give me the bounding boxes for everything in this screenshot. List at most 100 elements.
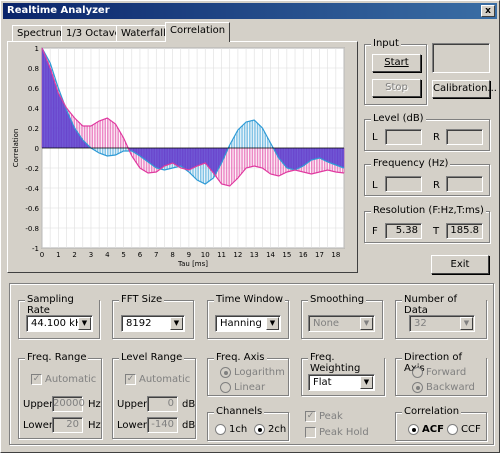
freq-range-automatic-label: Automatic <box>45 374 97 385</box>
smoothing-title: Smoothing <box>308 294 367 305</box>
channels-title: Channels <box>214 406 265 417</box>
chevron-down-icon: ▼ <box>78 317 91 330</box>
time-window-value: Hanning <box>220 318 262 329</box>
number-of-data-title: Number of Data <box>402 294 486 316</box>
chevron-down-icon: ▼ <box>460 317 473 330</box>
tab-waterfall[interactable]: Waterfall <box>116 25 171 42</box>
x-tick-label: 9 <box>187 251 191 259</box>
freq-range-lower-unit: Hz <box>88 420 101 431</box>
fft-size-value: 8192 <box>126 318 152 329</box>
peak-label: Peak <box>319 411 343 422</box>
smoothing-value: None <box>313 318 340 329</box>
freq-range-upper-label: Upper <box>23 399 54 410</box>
stop-button-label: Stop <box>385 82 408 93</box>
channels-2ch-label: 2ch <box>268 424 287 435</box>
y-tick-label: 0.6 <box>28 85 40 93</box>
tab-correlation[interactable]: Correlation <box>165 22 231 42</box>
sampling-rate-select[interactable]: 44.100 kHz ▼ <box>26 315 93 332</box>
chevron-down-icon: ▼ <box>266 317 279 330</box>
level-r-value <box>446 129 483 145</box>
number-of-data-select[interactable]: 32 ▼ <box>409 315 475 332</box>
x-tick-label: 7 <box>154 251 158 259</box>
freq-axis-logarithm-radio[interactable] <box>220 367 231 378</box>
window-title: Realtime Analyzer <box>7 5 110 16</box>
frequency-l-value <box>385 176 422 192</box>
x-tick-label: 4 <box>105 251 110 259</box>
level-range-upper-unit: dB <box>182 399 196 410</box>
correlation-title: Correlation <box>402 406 462 417</box>
y-tick-label: -0.8 <box>25 225 39 233</box>
level-range-automatic-checkbox[interactable]: ✓ <box>125 374 136 385</box>
calibration-button[interactable]: Calibration... <box>432 80 497 98</box>
level-range-title: Level Range <box>119 352 185 363</box>
level-l-label: L <box>372 132 378 143</box>
direction-backward-radio[interactable] <box>412 382 423 393</box>
level-group-title: Level (dB) <box>371 113 426 124</box>
y-tick-label: 0.8 <box>28 65 39 73</box>
direction-backward-label: Backward <box>426 382 475 393</box>
status-display <box>432 43 490 73</box>
close-icon[interactable]: x <box>481 5 495 17</box>
resolution-t-value: 185.8 <box>446 223 483 239</box>
channels-2ch-radio[interactable] <box>254 424 265 435</box>
correlation-acf-label: ACF <box>422 424 444 435</box>
start-button[interactable]: Start <box>372 54 421 72</box>
freq-range-automatic-checkbox[interactable]: ✓ <box>31 374 42 385</box>
direction-forward-label: Forward <box>426 367 467 378</box>
y-tick-label: 0.4 <box>28 105 40 113</box>
x-tick-label: 0 <box>40 251 44 259</box>
y-tick-label: 0.2 <box>28 125 39 133</box>
input-group-title: Input <box>371 38 401 49</box>
resolution-group-title: Resolution (F:Hz,T:ms) <box>371 205 486 216</box>
smoothing-select[interactable]: None ▼ <box>308 315 375 332</box>
x-tick-label: 2 <box>72 251 76 259</box>
x-tick-label: 12 <box>233 251 242 259</box>
y-tick-label: -0.2 <box>25 165 39 173</box>
level-range-lower-input[interactable]: -140 <box>147 417 178 433</box>
freq-axis-linear-radio[interactable] <box>220 382 231 393</box>
x-tick-label: 3 <box>89 251 93 259</box>
level-range-upper-input[interactable]: 0 <box>147 396 178 412</box>
correlation-acf-radio[interactable] <box>408 424 419 435</box>
fft-size-select[interactable]: 8192 ▼ <box>121 315 185 332</box>
exit-button[interactable]: Exit <box>431 255 489 274</box>
direction-forward-radio[interactable] <box>412 367 423 378</box>
peak-checkbox[interactable]: ✓ <box>305 411 316 422</box>
level-range-lower-label: Lower <box>117 420 147 431</box>
freq-weighting-title: Freq. Weighting <box>308 352 384 374</box>
freq-weighting-value: Flat <box>313 377 332 388</box>
freq-range-lower-input[interactable]: 20 <box>52 417 83 433</box>
correlation-ccf-radio[interactable] <box>447 424 458 435</box>
x-tick-label: 11 <box>217 251 226 259</box>
x-tick-label: 1 <box>56 251 60 259</box>
y-tick-label: 1 <box>35 45 39 53</box>
freq-range-upper-unit: Hz <box>88 399 101 410</box>
freq-weighting-select[interactable]: Flat ▼ <box>308 374 375 391</box>
time-window-select[interactable]: Hanning ▼ <box>215 315 281 332</box>
x-tick-label: 10 <box>201 251 210 259</box>
peak-hold-checkbox[interactable] <box>305 427 316 438</box>
sampling-rate-title: Sampling Rate <box>25 294 99 316</box>
correlation-ccf-label: CCF <box>461 424 481 435</box>
level-l-value <box>385 129 422 145</box>
peak-hold-label: Peak Hold <box>319 427 369 438</box>
y-tick-label: -0.6 <box>25 205 39 213</box>
freq-axis-logarithm-label: Logarithm <box>234 367 285 378</box>
chevron-down-icon: ▼ <box>360 317 373 330</box>
channels-1ch-radio[interactable] <box>215 424 226 435</box>
x-tick-label: 8 <box>170 251 174 259</box>
level-range-automatic-label: Automatic <box>139 374 191 385</box>
level-range-upper-label: Upper <box>117 399 148 410</box>
chevron-down-icon: ▼ <box>170 317 183 330</box>
chevron-down-icon: ▼ <box>360 376 373 389</box>
stop-button[interactable]: Stop <box>372 79 421 97</box>
level-r-label: R <box>433 132 440 143</box>
frequency-group-title: Frequency (Hz) <box>371 158 451 169</box>
x-tick-label: 5 <box>121 251 125 259</box>
number-of-data-value: 32 <box>414 318 427 329</box>
x-tick-label: 13 <box>250 251 259 259</box>
app-window: Realtime Analyzer x Spectrum 1/3 Octave … <box>0 0 500 453</box>
x-tick-label: 6 <box>138 251 143 259</box>
freq-range-upper-input[interactable]: 20000 <box>52 396 85 412</box>
y-tick-label: 0 <box>35 145 39 153</box>
